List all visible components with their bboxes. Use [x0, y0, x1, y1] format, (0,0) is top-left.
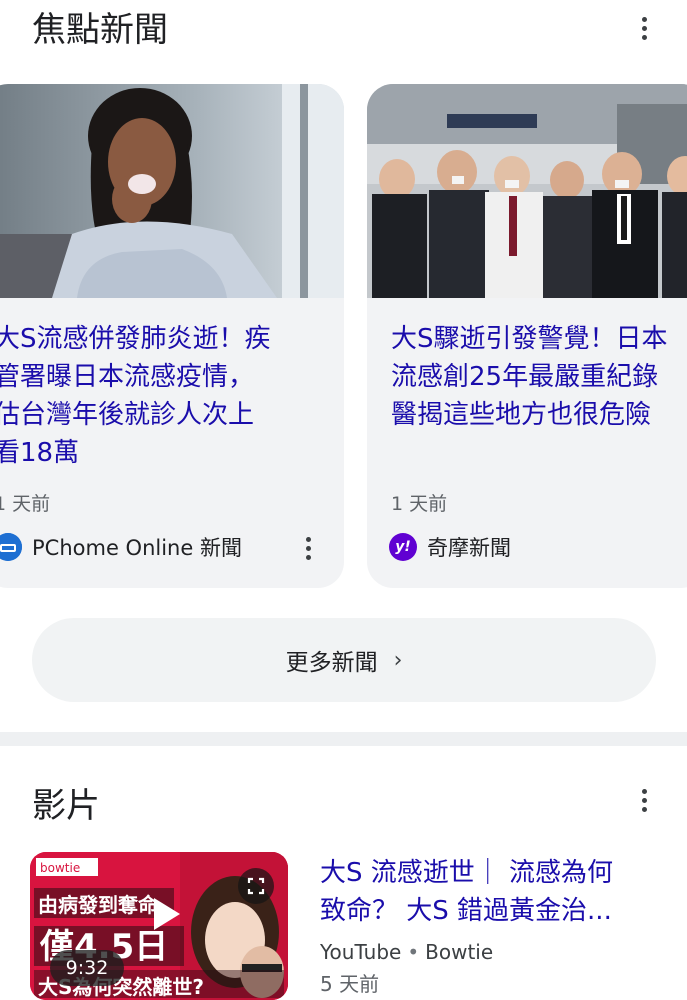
- section-divider: [0, 732, 687, 746]
- news-image-sick-woman: [0, 84, 344, 298]
- pchome-icon: [0, 533, 22, 561]
- top-stories-title: 焦點新聞: [32, 10, 168, 50]
- thumbnail-text: 由病發到奪命: [38, 893, 159, 917]
- yahoo-icon: y!: [389, 533, 417, 561]
- search-results-page: 焦點新聞 大S流感併發肺炎逝！疾 管署曝日本流感疫情， 估台灣年後就診人次上 看…: [0, 0, 687, 1000]
- play-icon[interactable]: [142, 892, 186, 936]
- chevron-right-icon: ›: [393, 647, 403, 673]
- news-headline[interactable]: 大S驟逝引發警覺！日本 流感創25年最嚴重紀錄 醫揭這些地方也很危險: [391, 320, 687, 434]
- headline-line: 估台灣年後就診人次上: [0, 400, 255, 430]
- news-card[interactable]: 大S驟逝引發警覺！日本 流感創25年最嚴重紀錄 醫揭這些地方也很危險 1 天前 …: [367, 84, 687, 588]
- headline-line: 看18萬: [0, 438, 80, 468]
- bowtie-logo: bowtie: [40, 861, 80, 875]
- video-time: 5 天前: [320, 972, 380, 996]
- video-meta: YouTube • Bowtie: [320, 938, 493, 966]
- video-thumbnail[interactable]: 由病發到奪命 僅4.5日 大S為何突然離世? bowtie 9:32: [30, 852, 288, 1000]
- headline-line: 大S驟逝引發警覺！日本: [391, 324, 668, 354]
- more-vert-icon[interactable]: [294, 528, 322, 568]
- video-title-line: 致命？ 大S 錯過黃金治...: [320, 896, 612, 926]
- more-news-label: 更多新聞: [285, 650, 378, 676]
- video-title-line: 大S 流感逝世｜ 流感為何: [320, 858, 614, 888]
- more-vert-icon[interactable]: [630, 8, 658, 48]
- more-news-button[interactable]: 更多新聞 ›: [32, 618, 656, 702]
- videos-header: 影片: [0, 776, 687, 840]
- video-duration: 9:32: [50, 950, 124, 986]
- source-name: 奇摩新聞: [427, 536, 511, 560]
- news-card[interactable]: 大S流感併發肺炎逝！疾 管署曝日本流感疫情， 估台灣年後就診人次上 看18萬 1…: [0, 84, 344, 588]
- video-result[interactable]: 由病發到奪命 僅4.5日 大S為何突然離世? bowtie 9:32 大S 流感…: [30, 852, 670, 1000]
- meta-separator: •: [407, 940, 420, 964]
- news-time: 1 天前: [0, 493, 51, 515]
- video-title[interactable]: 大S 流感逝世｜ 流感為何 致命？ 大S 錯過黃金治...: [320, 854, 670, 930]
- news-source[interactable]: y! 奇摩新聞: [389, 530, 511, 564]
- news-headline[interactable]: 大S流感併發肺炎逝！疾 管署曝日本流感疫情， 估台灣年後就診人次上 看18萬: [0, 320, 334, 472]
- top-stories-header: 焦點新聞: [0, 0, 687, 64]
- headline-line: 流感創25年最嚴重紀錄: [391, 362, 659, 392]
- fullscreen-icon[interactable]: [238, 868, 274, 904]
- more-vert-icon[interactable]: [630, 780, 658, 820]
- news-source[interactable]: PChome Online 新聞: [0, 530, 242, 564]
- source-name: PChome Online 新聞: [32, 536, 242, 560]
- news-carousel[interactable]: 大S流感併發肺炎逝！疾 管署曝日本流感疫情， 估台灣年後就診人次上 看18萬 1…: [0, 84, 687, 588]
- video-channel: Bowtie: [425, 940, 494, 964]
- headline-line: 管署曝日本流感疫情，: [0, 362, 255, 392]
- video-platform: YouTube: [320, 940, 402, 964]
- news-image-commuters: [367, 84, 687, 298]
- videos-title: 影片: [32, 786, 100, 826]
- news-time: 1 天前: [391, 493, 448, 515]
- headline-line: 大S流感併發肺炎逝！疾: [0, 324, 271, 354]
- headline-line: 醫揭這些地方也很危險: [391, 400, 652, 430]
